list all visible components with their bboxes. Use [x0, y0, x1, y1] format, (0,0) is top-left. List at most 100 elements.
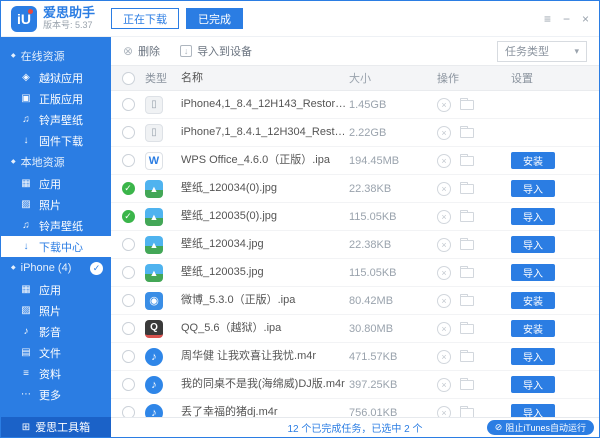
- table-row[interactable]: ♪周华健 让我欢喜让我忧.m4r471.57KB×导入: [111, 343, 599, 371]
- sidebar-item-device-apps[interactable]: ▦应用: [1, 279, 111, 300]
- row-action-button[interactable]: 安装: [511, 292, 555, 309]
- wps-file-icon: W: [145, 152, 163, 170]
- file-size: 2.22GB: [349, 127, 437, 139]
- row-select-cell: [111, 378, 145, 391]
- remove-task-icon[interactable]: ×: [437, 266, 451, 280]
- remove-task-icon[interactable]: ×: [437, 182, 451, 196]
- open-folder-icon[interactable]: [460, 408, 474, 418]
- row-action-button[interactable]: 导入: [511, 348, 555, 365]
- file-name: 微博_5.3.0（正版）.ipa: [181, 287, 349, 314]
- row-checkbox[interactable]: [122, 378, 135, 391]
- sidebar-item-device-files[interactable]: ▤文件: [1, 342, 111, 363]
- sidebar-item-jailbreak-apps[interactable]: ◈越狱应用: [1, 67, 111, 88]
- sidebar-item-device-more[interactable]: ⋯更多: [1, 384, 111, 405]
- sidebar-item-download-center[interactable]: ↓下载中心: [1, 236, 111, 257]
- row-action-button[interactable]: 导入: [511, 208, 555, 225]
- row-select-cell: [111, 154, 145, 167]
- row-checkbox[interactable]: [122, 154, 135, 167]
- section-bullet-icon: ◆: [11, 265, 16, 271]
- open-folder-icon[interactable]: [460, 240, 474, 250]
- sidebar-item-local-ringtones-wallpapers[interactable]: ♫铃声壁纸: [1, 215, 111, 236]
- download-center-icon: ↓: [20, 241, 32, 252]
- remove-task-icon[interactable]: ×: [437, 238, 451, 252]
- remove-task-icon[interactable]: ×: [437, 98, 451, 112]
- remove-task-icon[interactable]: ×: [437, 126, 451, 140]
- sidebar-item-online-ringtones-wallpapers[interactable]: ♫铃声壁纸: [1, 109, 111, 130]
- import-to-device-button[interactable]: ↓ 导入到设备: [180, 43, 252, 59]
- section-title-label: 本地资源: [21, 154, 65, 170]
- row-type-cell: Q: [145, 320, 181, 338]
- row-action-button[interactable]: 导入: [511, 264, 555, 281]
- toolbox-icon: ⊞: [22, 422, 30, 433]
- sidebar-item-local-photos[interactable]: ▨照片: [1, 194, 111, 215]
- row-type-cell: ▲: [145, 264, 181, 282]
- table-row[interactable]: ▲壁纸_120034.jpg22.38KB×导入: [111, 231, 599, 259]
- table-row[interactable]: ✓▲壁纸_120034(0).jpg22.38KB×导入: [111, 175, 599, 203]
- task-type-dropdown[interactable]: 任务类型 ▾: [497, 41, 587, 62]
- open-folder-icon[interactable]: [460, 156, 474, 166]
- row-action-button[interactable]: 导入: [511, 180, 555, 197]
- remove-task-icon[interactable]: ×: [437, 154, 451, 168]
- row-checkbox[interactable]: ✓: [122, 182, 135, 195]
- open-folder-icon[interactable]: [460, 352, 474, 362]
- select-all-checkbox[interactable]: [122, 72, 135, 85]
- row-checkbox[interactable]: [122, 322, 135, 335]
- row-checkbox[interactable]: [122, 266, 135, 279]
- open-folder-icon[interactable]: [460, 100, 474, 110]
- task-type-label: 任务类型: [505, 43, 549, 59]
- tab-downloading[interactable]: 正在下载: [111, 8, 179, 29]
- remove-task-icon[interactable]: ×: [437, 322, 451, 336]
- row-action-button[interactable]: 导入: [511, 376, 555, 393]
- table-row[interactable]: ▲壁纸_120035.jpg115.05KB×导入: [111, 259, 599, 287]
- open-folder-icon[interactable]: [460, 324, 474, 334]
- remove-task-icon[interactable]: ×: [437, 210, 451, 224]
- toolbox-button[interactable]: ⊞ 爱思工具箱: [1, 417, 111, 437]
- table-row[interactable]: ▯iPhone7,1_8.4.1_12H304_Restore.ipsw2.22…: [111, 119, 599, 147]
- column-settings: 设置: [511, 70, 599, 86]
- row-action-button[interactable]: 安装: [511, 152, 555, 169]
- table-row[interactable]: QQQ_5.6（越狱）.ipa30.80MB×安装: [111, 315, 599, 343]
- sidebar-item-device-data[interactable]: ≡资料: [1, 363, 111, 384]
- remove-task-icon[interactable]: ×: [437, 350, 451, 364]
- minimize-icon[interactable]: −: [563, 12, 570, 26]
- row-checkbox[interactable]: [122, 238, 135, 251]
- row-checkbox[interactable]: [122, 126, 135, 139]
- row-action-button[interactable]: 安装: [511, 320, 555, 337]
- menu-icon[interactable]: ≡: [544, 12, 551, 26]
- window-controls: ≡ − ×: [544, 1, 589, 37]
- row-checkbox[interactable]: [122, 294, 135, 307]
- table-row[interactable]: ▯iPhone4,1_8.4_12H143_Restore.ipsw1.45GB…: [111, 91, 599, 119]
- file-name: iPhone4,1_8.4_12H143_Restore.ipsw: [181, 91, 349, 118]
- table-row[interactable]: ◉微博_5.3.0（正版）.ipa80.42MB×安装: [111, 287, 599, 315]
- row-checkbox[interactable]: [122, 350, 135, 363]
- remove-task-icon[interactable]: ×: [437, 294, 451, 308]
- open-folder-icon[interactable]: [460, 184, 474, 194]
- sidebar-item-firmware-download[interactable]: ↓固件下载: [1, 130, 111, 151]
- open-folder-icon[interactable]: [460, 296, 474, 306]
- section-title-label: iPhone (4): [21, 262, 72, 274]
- column-size: 大小: [349, 70, 437, 86]
- row-checkbox[interactable]: [122, 98, 135, 111]
- sidebar-item-genuine-apps[interactable]: ▣正版应用: [1, 88, 111, 109]
- table-row[interactable]: WWPS Office_4.6.0（正版）.ipa194.45MB×安装: [111, 147, 599, 175]
- open-folder-icon[interactable]: [460, 268, 474, 278]
- delete-button[interactable]: ⊗ 删除: [123, 43, 160, 59]
- remove-task-icon[interactable]: ×: [437, 378, 451, 392]
- row-checkbox[interactable]: ✓: [122, 210, 135, 223]
- open-folder-icon[interactable]: [460, 380, 474, 390]
- sidebar-item-device-photos[interactable]: ▨照片: [1, 300, 111, 321]
- close-icon[interactable]: ×: [582, 12, 589, 26]
- table-row[interactable]: ♪我的同桌不是我(海绵威)DJ版.m4r397.25KB×导入: [111, 371, 599, 399]
- sidebar-item-local-apps[interactable]: ▦应用: [1, 173, 111, 194]
- row-settings-cell: 导入: [511, 208, 599, 225]
- table-row[interactable]: ✓▲壁纸_120035(0).jpg115.05KB×导入: [111, 203, 599, 231]
- sidebar-item-device-media[interactable]: ♪影音: [1, 321, 111, 342]
- open-folder-icon[interactable]: [460, 128, 474, 138]
- row-action-button[interactable]: 导入: [511, 236, 555, 253]
- row-type-cell: ♪: [145, 376, 181, 394]
- block-itunes-toggle[interactable]: ⊘ 阻止iTunes自动运行: [487, 420, 594, 435]
- tab-completed[interactable]: 已完成: [186, 8, 243, 29]
- sidebar-section-iphone-device[interactable]: ◆iPhone (4)✓: [1, 257, 111, 279]
- open-folder-icon[interactable]: [460, 212, 474, 222]
- row-actions-cell: ×: [437, 378, 511, 392]
